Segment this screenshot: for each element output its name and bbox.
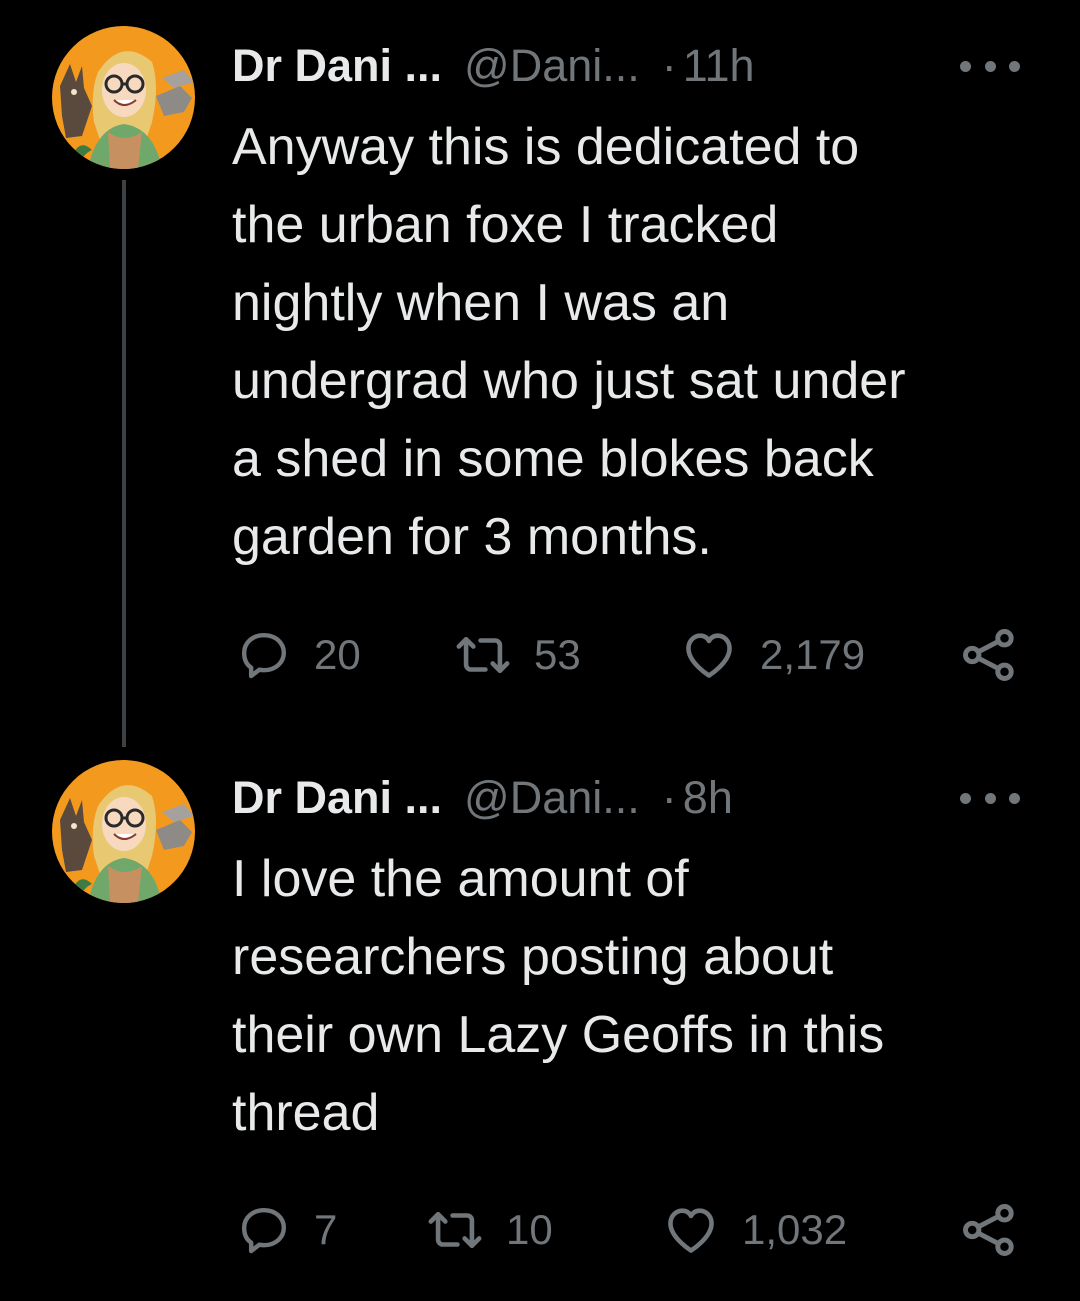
like-button[interactable]: 2,179	[680, 620, 865, 690]
more-icon[interactable]	[960, 58, 1020, 74]
tweet-actions: 20 53 2,179	[232, 620, 1040, 690]
like-button[interactable]: 1,032	[662, 1195, 847, 1265]
tweet-text-line: a shed in some blokes back	[232, 430, 874, 488]
tweet[interactable]: Dr Dani ... @Dani... · 11h Anyway this i…	[0, 0, 1080, 760]
tweet-text-line: Anyway this is dedicated to	[232, 118, 860, 176]
tweet-text-line: I love the amount of	[232, 850, 689, 908]
avatar[interactable]	[52, 760, 195, 903]
share-icon	[963, 629, 1014, 681]
tweet-text: I love the amount of researchers posting…	[232, 840, 1042, 1152]
reply-icon	[241, 632, 287, 679]
tweet-text: Anyway this is dedicated to the urban fo…	[232, 108, 1042, 576]
user-handle[interactable]: @Dani...	[464, 40, 640, 92]
retweet-button[interactable]: 53	[454, 620, 581, 690]
thread-connector-line	[122, 180, 126, 747]
share-button[interactable]	[958, 1195, 1020, 1265]
tweet-header: Dr Dani ... @Dani... · 11h	[232, 36, 1040, 96]
tweet-text-line: the urban foxe I tracked	[232, 196, 779, 254]
like-count: 2,179	[760, 631, 866, 678]
like-icon	[686, 633, 732, 678]
reply-button[interactable]: 20	[236, 620, 361, 690]
tweet-text-line: undergrad who just sat under	[232, 352, 906, 410]
avatar[interactable]	[52, 26, 195, 169]
timestamp[interactable]: 8h	[683, 772, 733, 824]
reply-count: 7	[314, 1206, 338, 1253]
like-count: 1,032	[742, 1206, 848, 1253]
retweet-count: 53	[534, 631, 581, 678]
retweet-count: 10	[506, 1206, 553, 1253]
share-icon	[963, 1204, 1014, 1256]
tweet-text-line: thread	[232, 1084, 380, 1142]
reply-button[interactable]: 7	[236, 1195, 337, 1265]
more-icon[interactable]	[960, 790, 1020, 806]
timestamp[interactable]: 11h	[683, 40, 755, 92]
like-icon	[668, 1208, 714, 1253]
reply-count: 20	[314, 631, 361, 678]
user-handle[interactable]: @Dani...	[464, 772, 640, 824]
reply-icon	[241, 1207, 287, 1254]
display-name[interactable]: Dr Dani ...	[232, 772, 442, 824]
tweet-text-line: researchers posting about	[232, 928, 834, 986]
tweet-actions: 7 10 1,032	[232, 1195, 1040, 1265]
retweet-icon	[456, 636, 510, 674]
retweet-button[interactable]: 10	[426, 1195, 553, 1265]
separator-dot: ·	[661, 772, 677, 823]
separator-dot: ·	[661, 40, 677, 91]
retweet-icon	[428, 1211, 482, 1249]
tweet[interactable]: Dr Dani ... @Dani... · 8h I love the amo…	[0, 760, 1080, 1301]
tweet-text-line: their own Lazy Geoffs in this	[232, 1006, 885, 1064]
tweet-text-line: garden for 3 months.	[232, 508, 712, 566]
tweet-text-line: nightly when I was an	[232, 274, 730, 332]
tweet-header: Dr Dani ... @Dani... · 8h	[232, 768, 1040, 828]
display-name[interactable]: Dr Dani ...	[232, 40, 442, 92]
share-button[interactable]	[958, 620, 1020, 690]
